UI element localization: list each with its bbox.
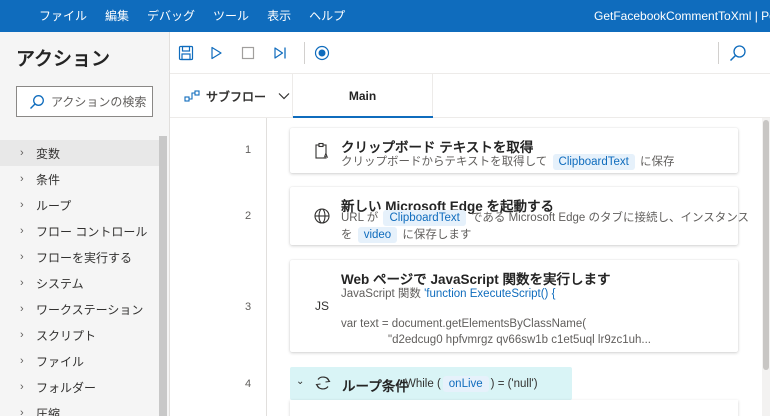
stop-button[interactable] — [238, 43, 258, 63]
code-snippet-line: "d2edcug0 hpfvmrgz qv66sw1b c1et5uql lr9… — [388, 334, 651, 346]
main-menu: ファイル 編集 デバッグ ツール 表示 ヘルプ — [0, 0, 354, 32]
clipboard-icon: A — [312, 141, 332, 161]
menu-bar: ファイル 編集 デバッグ ツール 表示 ヘルプ GetFacebookComme… — [0, 0, 770, 32]
loop-body — [290, 400, 738, 416]
record-button[interactable] — [312, 43, 332, 63]
search-icon — [729, 45, 746, 62]
chevron-right-icon: › — [20, 199, 24, 211]
category-conditionals[interactable]: › 条件 — [0, 166, 160, 192]
step-description: クリップボードからテキストを取得して ClipboardText に保存 — [341, 154, 675, 170]
svg-text:A: A — [324, 153, 329, 160]
window-title: GetFacebookCommentToXml | Po — [594, 9, 770, 23]
line-number-gutter — [170, 118, 267, 416]
chevron-right-icon: › — [20, 303, 24, 315]
category-workstation[interactable]: › ワークステーション — [0, 296, 160, 322]
line-number: 1 — [244, 144, 252, 156]
category-loops[interactable]: › ループ — [0, 192, 160, 218]
subflow-dropdown[interactable]: サブフロー — [184, 74, 290, 118]
action-step-loop-condition[interactable]: ⌄ ループ条件 While (onLive) = ('null') — [290, 367, 572, 400]
search-icon — [30, 94, 44, 109]
chevron-down-icon — [278, 93, 290, 100]
category-variables[interactable]: › 変数 — [0, 140, 160, 166]
subflow-label: サブフロー — [206, 89, 267, 104]
save-icon — [178, 45, 194, 61]
globe-icon — [312, 206, 332, 226]
action-step-run-javascript[interactable]: JS Web ページで JavaScript 関数を実行します JavaScri… — [290, 260, 738, 352]
designer-toolbar — [170, 32, 770, 74]
menu-edit[interactable]: 編集 — [96, 0, 138, 32]
collapse-chevron-icon[interactable]: ⌄ — [296, 376, 304, 387]
run-next-action-button[interactable] — [270, 43, 290, 63]
code-snippet: 'function ExecuteScript() { — [424, 288, 556, 300]
variable-chip[interactable]: ClipboardText — [383, 210, 466, 226]
canvas-scrollbar-thumb[interactable] — [763, 120, 769, 370]
toolbar-divider — [718, 42, 719, 64]
category-run-flow[interactable]: › フローを実行する — [0, 244, 160, 270]
actions-pane: アクション ›変数 ›条件 ›ループ ›フロー コントロール ›フローを実行する… — [0, 32, 170, 416]
play-icon — [211, 46, 222, 60]
subflow-icon — [184, 90, 200, 102]
menu-debug[interactable]: デバッグ — [138, 0, 204, 32]
run-button[interactable] — [206, 43, 226, 63]
action-search-box[interactable] — [16, 86, 153, 117]
javascript-icon: JS — [314, 299, 329, 313]
category-flow-control[interactable]: › フロー コントロール — [0, 218, 160, 244]
chevron-right-icon: › — [20, 173, 24, 185]
tab-main-label: Main — [348, 89, 377, 103]
actions-title: アクション — [16, 49, 111, 70]
chevron-right-icon: › — [20, 407, 24, 416]
chevron-right-icon: › — [20, 277, 24, 289]
stop-icon — [241, 46, 255, 60]
subflow-tabs: サブフロー Main — [170, 74, 770, 118]
chevron-right-icon: › — [20, 355, 24, 367]
step-description: JavaScript 関数 'function ExecuteScript() … — [341, 288, 556, 300]
category-file[interactable]: › ファイル — [0, 348, 160, 374]
menu-help[interactable]: ヘルプ — [300, 0, 354, 32]
loop-icon — [315, 376, 331, 390]
menu-file[interactable]: ファイル — [30, 0, 96, 32]
menu-tools[interactable]: ツール — [204, 0, 258, 32]
loop-expression: While (onLive) = ('null') — [405, 376, 538, 392]
line-number: 4 — [244, 378, 252, 390]
chevron-right-icon: › — [20, 381, 24, 393]
category-system[interactable]: › システム — [0, 270, 160, 296]
step-description-line1: URL が ClipboardText である Microsoft Edge の… — [341, 210, 750, 226]
action-step-get-clipboard-text[interactable]: A クリップボード テキストを取得 クリップボードからテキストを取得して Cli… — [290, 128, 738, 173]
chevron-right-icon: › — [20, 251, 24, 263]
toolbar-divider — [304, 42, 305, 64]
chevron-right-icon: › — [20, 225, 24, 237]
tab-main[interactable]: Main — [293, 74, 433, 118]
action-step-launch-edge[interactable]: 新しい Microsoft Edge を起動する URL が Clipboard… — [290, 187, 749, 245]
category-folder[interactable]: › フォルダー — [0, 374, 160, 400]
line-number: 2 — [244, 210, 252, 222]
step-description-line2: を video に保存します — [341, 227, 472, 243]
actions-scrollbar-thumb[interactable] — [159, 136, 167, 416]
line-number: 3 — [244, 301, 252, 313]
variable-chip[interactable]: onLive — [442, 376, 489, 392]
action-search-input[interactable] — [51, 94, 151, 109]
category-scripting[interactable]: › スクリプト — [0, 322, 160, 348]
step-forward-icon — [274, 47, 286, 59]
record-icon — [314, 45, 330, 61]
actions-scrollbar[interactable] — [159, 136, 167, 416]
menu-view[interactable]: 表示 — [258, 0, 300, 32]
variable-chip[interactable]: video — [357, 227, 398, 243]
search-flow-button[interactable] — [728, 43, 748, 63]
step-title: ループ条件 — [342, 379, 409, 394]
category-compression[interactable]: › 圧縮 — [0, 400, 160, 416]
canvas-scrollbar[interactable] — [762, 118, 770, 416]
flow-canvas: 1 2 3 4 A クリップボード テキストを取得 クリップボードからテキストを… — [170, 118, 770, 416]
chevron-right-icon: › — [20, 329, 24, 341]
action-category-list: › 変数 › 条件 › ループ › フロー コントロール › フローを実行する › システム… — [0, 140, 160, 416]
save-button[interactable] — [176, 43, 196, 63]
chevron-right-icon: › — [20, 147, 24, 159]
variable-chip[interactable]: ClipboardText — [552, 154, 635, 170]
